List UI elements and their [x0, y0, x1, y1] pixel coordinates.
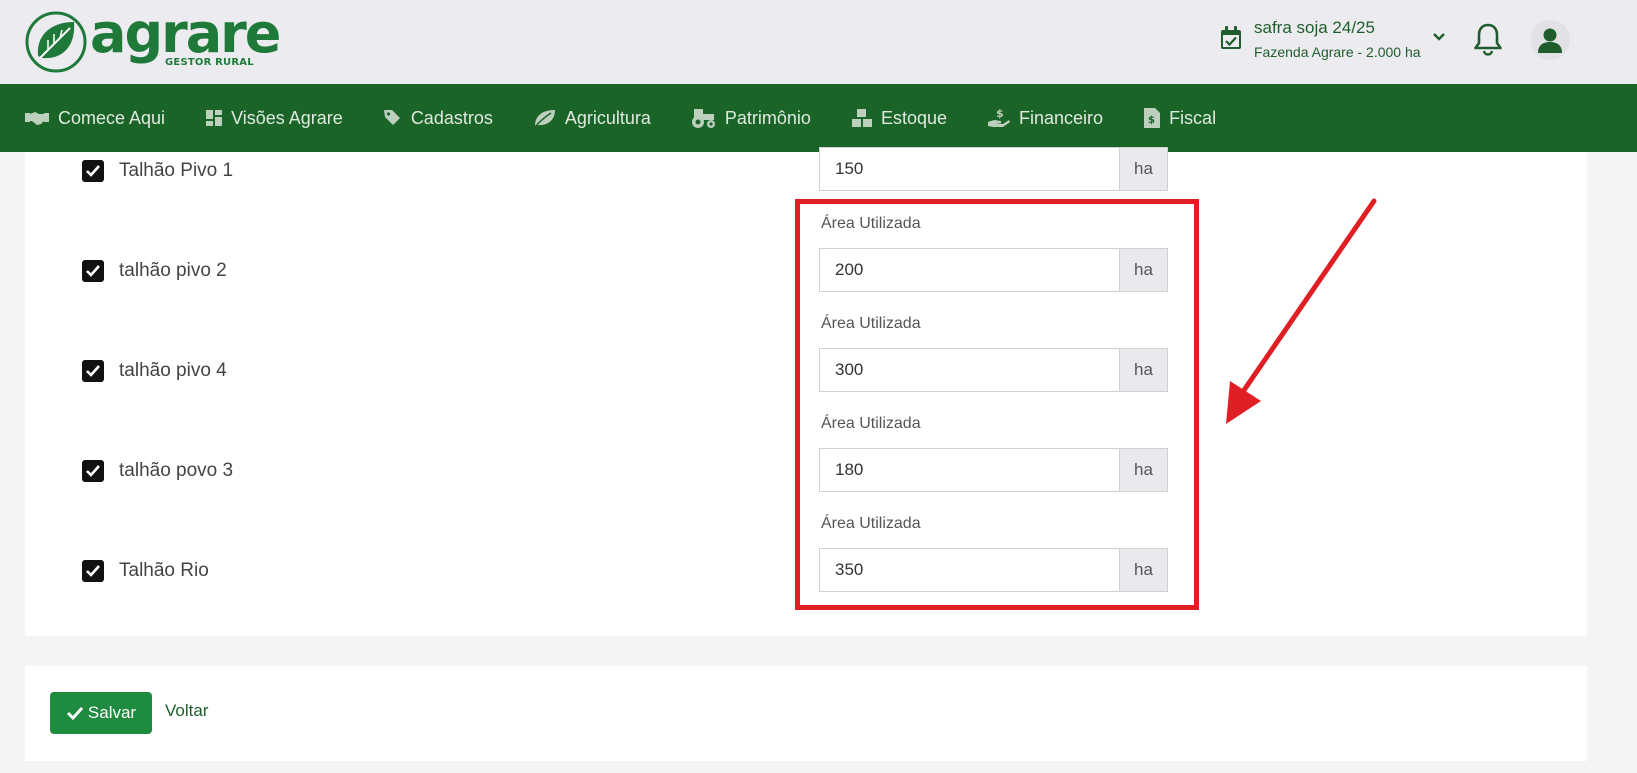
area-input[interactable]: 180 [819, 448, 1119, 492]
nav-item-cadastros[interactable]: Cadastros [383, 84, 493, 152]
nav-label: Agricultura [564, 107, 651, 128]
bell-icon[interactable] [1472, 22, 1504, 56]
area-label: Área Utilizada [821, 215, 921, 232]
leaf-icon [534, 110, 555, 128]
svg-text:$: $ [1148, 115, 1155, 126]
check-icon [86, 165, 100, 177]
hand-money-icon: $ [988, 107, 1011, 127]
check-icon [86, 265, 100, 277]
back-link[interactable]: Voltar [165, 701, 208, 721]
svg-text:$: $ [996, 107, 1004, 120]
actions-card [25, 666, 1587, 761]
save-label: Salvar [87, 703, 137, 722]
check-icon [86, 365, 100, 377]
plot-checkbox[interactable] [82, 560, 104, 582]
nav-item-fiscal[interactable]: $ Fiscal [1143, 84, 1216, 152]
nav-label: Estoque [880, 107, 948, 128]
plot-checkbox[interactable] [82, 360, 104, 382]
plot-name: talhão pivo 2 [119, 260, 227, 281]
plot-checkbox[interactable] [82, 460, 104, 482]
nav-label: Patrimônio [724, 107, 811, 128]
user-avatar[interactable] [1530, 20, 1570, 60]
plot-name: talhão pivo 4 [119, 360, 227, 381]
top-header: agrare GESTOR RURAL safra soja 24/25 Faz… [0, 0, 1637, 84]
area-input[interactable]: 300 [819, 348, 1119, 392]
farm-subtitle: Fazenda Agrare - 2.000 ha [1254, 44, 1421, 60]
user-icon [1538, 28, 1562, 53]
plot-checkbox[interactable] [82, 260, 104, 282]
nav-label: Visões Agrare [231, 107, 343, 128]
nav-item-comece-aqui[interactable]: Comece Aqui [24, 84, 165, 152]
season-selector[interactable]: safra soja 24/25 Fazenda Agrare - 2.000 … [1220, 16, 1450, 64]
unit-addon: ha [1119, 147, 1168, 191]
nav-item-financeiro[interactable]: $ Financeiro [987, 84, 1103, 152]
nav-item-patrimonio[interactable]: Patrimônio [691, 84, 811, 152]
area-input[interactable]: 350 [819, 548, 1119, 592]
tags-icon [383, 110, 400, 125]
unit-addon: ha [1119, 348, 1168, 392]
area-label: Área Utilizada [821, 315, 921, 332]
check-icon [86, 465, 100, 477]
save-button[interactable]: Salvar [50, 692, 152, 734]
main-navigation: Comece Aqui Visões Agrare Cadastros Agri… [0, 84, 1637, 152]
plot-area-input-group: 300 ha [819, 348, 1168, 392]
area-label: Área Utilizada [821, 415, 921, 432]
invoice-icon: $ [1144, 108, 1161, 128]
nav-label: Financeiro [1019, 107, 1104, 128]
tractor-icon [691, 109, 715, 128]
nav-label: Cadastros [410, 107, 493, 128]
nav-item-visoes-agrare[interactable]: Visões Agrare [205, 84, 343, 152]
plot-area-input-group: 180 ha [819, 448, 1168, 492]
area-input[interactable]: 150 [819, 147, 1119, 191]
unit-addon: ha [1119, 448, 1168, 492]
plots-card [25, 152, 1587, 636]
nav-item-agricultura[interactable]: Agricultura [533, 84, 651, 152]
brand-subtitle: GESTOR RURAL [165, 57, 254, 68]
brand-logo[interactable]: agrare GESTOR RURAL [24, 2, 281, 74]
unit-addon: ha [1119, 248, 1168, 292]
area-input[interactable]: 200 [819, 248, 1119, 292]
calendar-check-icon [1221, 26, 1241, 49]
unit-addon: ha [1119, 548, 1168, 592]
season-title: safra soja 24/25 [1254, 18, 1375, 37]
check-icon [86, 565, 100, 577]
plot-area-input-group: 200 ha [819, 248, 1168, 292]
plot-area-input-group: 150 ha [819, 147, 1168, 191]
chevron-down-icon [1433, 33, 1445, 41]
plot-name: Talhão Rio [119, 560, 209, 581]
area-label: Área Utilizada [821, 515, 921, 532]
dashboard-icon [206, 110, 223, 126]
boxes-icon [851, 109, 872, 127]
plot-checkbox[interactable] [82, 160, 104, 182]
plot-area-input-group: 350 ha [819, 548, 1168, 592]
plot-name: Talhão Pivo 1 [119, 160, 234, 181]
leaf-logo-icon [25, 11, 87, 73]
nav-item-estoque[interactable]: Estoque [851, 84, 947, 152]
nav-label: Comece Aqui [58, 107, 166, 128]
nav-label: Fiscal [1169, 107, 1217, 128]
check-icon [66, 706, 84, 721]
handshake-icon [25, 112, 49, 125]
plot-name: talhão povo 3 [119, 460, 234, 481]
